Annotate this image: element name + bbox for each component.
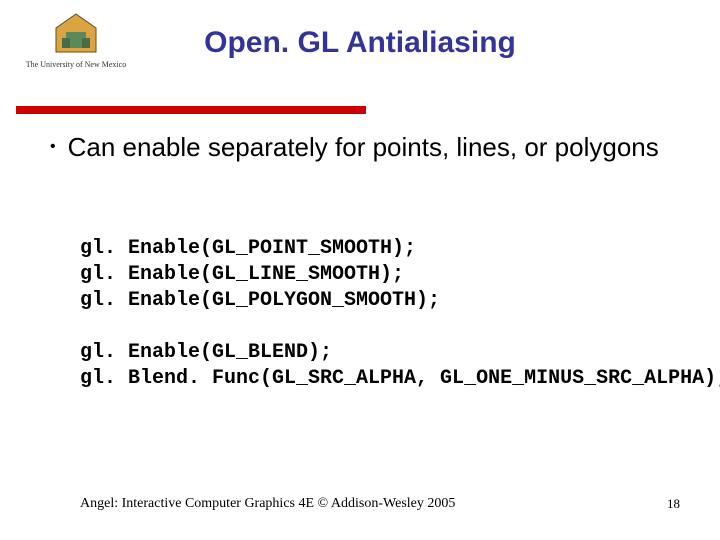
- code-snippet-blend: gl. Enable(GL_BLEND); gl. Blend. Func(GL…: [80, 340, 700, 392]
- bullet-block: • Can enable separately for points, line…: [50, 130, 680, 164]
- bullet-icon: •: [50, 130, 56, 164]
- page-number: 18: [667, 496, 680, 512]
- institution-name: The University of New Mexico: [16, 60, 136, 69]
- slide-title: Open. GL Antialiasing: [0, 26, 720, 60]
- code-snippet-smooth: gl. Enable(GL_POINT_SMOOTH); gl. Enable(…: [80, 236, 700, 314]
- divider-bar: [16, 106, 366, 114]
- footer-attribution: Angel: Interactive Computer Graphics 4E …: [80, 496, 455, 512]
- bullet-text: Can enable separately for points, lines,…: [68, 130, 659, 164]
